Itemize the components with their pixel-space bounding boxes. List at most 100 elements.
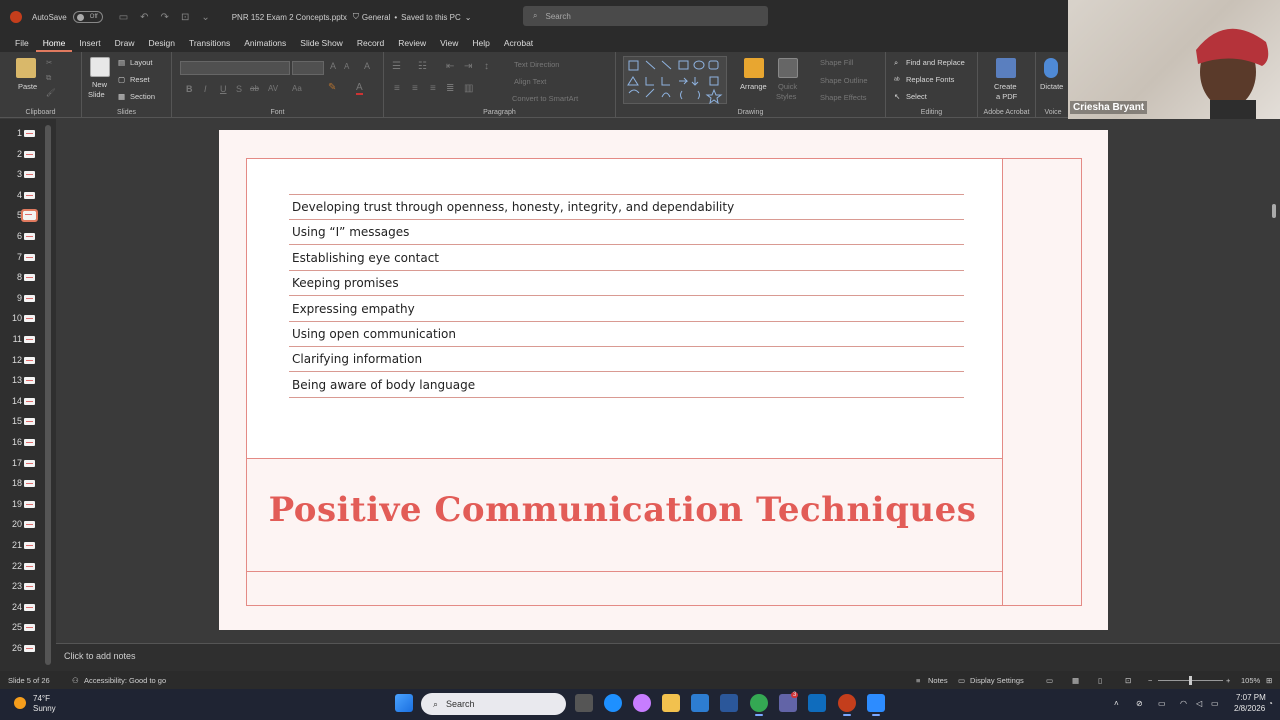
autosave-toggle[interactable]: Off	[72, 11, 103, 23]
slide-thumbnail[interactable]: 17	[0, 453, 44, 473]
sensitivity-label[interactable]: General	[362, 13, 390, 22]
font-name-select[interactable]	[180, 61, 290, 75]
normal-view-icon[interactable]: ▭	[1046, 676, 1053, 685]
notes-button[interactable]: Notes	[928, 676, 948, 685]
slideshow-icon[interactable]: ⊡	[1125, 676, 1131, 685]
redo-icon[interactable]: ↷	[161, 12, 169, 23]
fit-slide-icon[interactable]: ⊞	[1266, 676, 1272, 685]
clock-date[interactable]: 2/8/2026	[1234, 704, 1265, 713]
chevron-up-icon[interactable]: ˄	[1114, 699, 1119, 708]
thumbnail-scrollbar[interactable]	[45, 125, 51, 665]
slide-thumbnail[interactable]: 16	[0, 432, 44, 452]
copilot-icon[interactable]	[633, 694, 651, 712]
quick-styles-icon[interactable]	[778, 58, 798, 78]
line-spacing-icon[interactable]: ↕	[484, 61, 489, 72]
align-left-icon[interactable]: ≡	[394, 83, 400, 94]
reading-view-icon[interactable]: ▯	[1098, 676, 1102, 685]
tab-animations[interactable]: Animations	[237, 34, 293, 52]
tab-home[interactable]: Home	[35, 34, 73, 52]
font-color-icon[interactable]: A	[356, 82, 363, 95]
paste-icon[interactable]	[16, 58, 36, 78]
tab-acrobat[interactable]: Acrobat	[497, 34, 540, 52]
temperature[interactable]: 74°F	[33, 694, 50, 703]
text-direction-button[interactable]: Text Direction	[514, 60, 559, 69]
shapes-gallery[interactable]	[623, 56, 727, 105]
slide-thumbnail[interactable]: 3	[0, 164, 44, 184]
quick-styles-button[interactable]: Quick	[778, 82, 797, 91]
align-text-button[interactable]: Align Text	[514, 77, 546, 86]
tab-design[interactable]: Design	[142, 34, 182, 52]
clock-time[interactable]: 7:07 PM	[1236, 693, 1266, 702]
display-settings-button[interactable]: Display Settings	[970, 676, 1024, 685]
zoom-slider-handle[interactable]	[1189, 676, 1192, 685]
notifications-icon[interactable]: ◔	[1268, 699, 1273, 708]
create-pdf-button[interactable]: Create	[994, 82, 1017, 91]
mute-icon[interactable]: ⊘	[1136, 699, 1143, 708]
select-button[interactable]: Select	[906, 92, 927, 101]
align-right-icon[interactable]: ≡	[430, 83, 436, 94]
chevron-down-icon[interactable]: ⌄	[465, 13, 472, 22]
quick-styles-button-line2[interactable]: Styles	[776, 92, 796, 101]
create-pdf-button-line2[interactable]: a PDF	[996, 92, 1017, 101]
tab-draw[interactable]: Draw	[108, 34, 142, 52]
decrease-indent-icon[interactable]: ⇤	[446, 61, 454, 72]
change-case-button[interactable]: Aa	[292, 84, 302, 93]
tab-insert[interactable]: Insert	[72, 34, 107, 52]
microphone-icon[interactable]	[1044, 58, 1058, 78]
edge-icon[interactable]	[604, 694, 622, 712]
arrange-icon[interactable]	[744, 58, 764, 78]
tab-help[interactable]: Help	[465, 34, 496, 52]
volume-icon[interactable]: ◁	[1196, 699, 1202, 708]
layout-button[interactable]: Layout	[130, 58, 153, 67]
slide-thumbnail[interactable]: 1	[0, 123, 44, 143]
slide-thumbnail[interactable]: 12	[0, 350, 44, 370]
taskbar-search[interactable]: ⌕ Search	[421, 693, 566, 715]
reset-button[interactable]: Reset	[130, 75, 150, 84]
slide-thumbnail[interactable]: 4	[0, 185, 44, 205]
new-slide-button[interactable]: New	[92, 80, 107, 89]
windows-start-icon[interactable]	[395, 694, 413, 712]
slide-thumbnail[interactable]: 22	[0, 556, 44, 576]
zoom-out-icon[interactable]: −	[1148, 676, 1152, 685]
shape-effects-button[interactable]: Shape Effects	[820, 93, 867, 102]
sun-icon[interactable]	[14, 697, 26, 709]
file-explorer-icon[interactable]	[662, 694, 680, 712]
present-icon[interactable]: ⊡	[181, 12, 189, 23]
underline-button[interactable]: U	[220, 84, 227, 94]
tab-transitions[interactable]: Transitions	[182, 34, 237, 52]
slide-thumbnail[interactable]: 2	[0, 144, 44, 164]
slide-thumbnail[interactable]: 14	[0, 391, 44, 411]
notes-pane[interactable]: Click to add notes	[56, 643, 1280, 671]
slide-thumbnail[interactable]: 19	[0, 494, 44, 514]
format-painter-icon[interactable]: 🖌	[46, 88, 56, 97]
slide-thumbnail[interactable]: 18	[0, 473, 44, 493]
shape-outline-button[interactable]: Shape Outline	[820, 76, 868, 85]
zoom-app-icon[interactable]	[867, 694, 885, 716]
new-slide-icon[interactable]	[90, 57, 110, 77]
replace-fonts-button[interactable]: Replace Fonts	[906, 75, 954, 84]
columns-icon[interactable]: ▥	[464, 83, 473, 94]
decrease-font-icon[interactable]: A	[344, 62, 349, 71]
dictate-button[interactable]: Dictate	[1040, 82, 1063, 91]
bold-button[interactable]: B	[186, 84, 193, 94]
word-icon[interactable]	[720, 694, 738, 712]
powerpoint-icon[interactable]	[838, 694, 856, 716]
convert-smartart-button[interactable]: Convert to SmartArt	[512, 94, 578, 103]
bullets-icon[interactable]: ☰	[392, 61, 401, 72]
paste-button[interactable]: Paste	[18, 82, 37, 91]
slide-thumbnail[interactable]: 21	[0, 535, 44, 555]
new-slide-button-line2[interactable]: Slide	[88, 90, 105, 99]
tab-review[interactable]: Review	[391, 34, 433, 52]
editor-scrollbar[interactable]	[1266, 130, 1280, 640]
slide-thumbnail[interactable]: 6	[0, 226, 44, 246]
tab-file[interactable]: File	[8, 34, 36, 52]
camera-icon[interactable]: ▭	[1158, 699, 1166, 708]
battery-icon[interactable]: ▭	[1211, 699, 1219, 708]
save-icon[interactable]: ▭	[119, 12, 128, 23]
slide-thumbnail[interactable]: 7	[0, 247, 44, 267]
numbering-icon[interactable]: ☷	[418, 61, 427, 72]
slide-thumbnail[interactable]: 11	[0, 329, 44, 349]
accessibility-status[interactable]: Accessibility: Good to go	[84, 676, 166, 685]
search-input[interactable]: ⌕ Search	[523, 6, 768, 26]
strikethrough-button[interactable]: ab	[250, 84, 259, 93]
